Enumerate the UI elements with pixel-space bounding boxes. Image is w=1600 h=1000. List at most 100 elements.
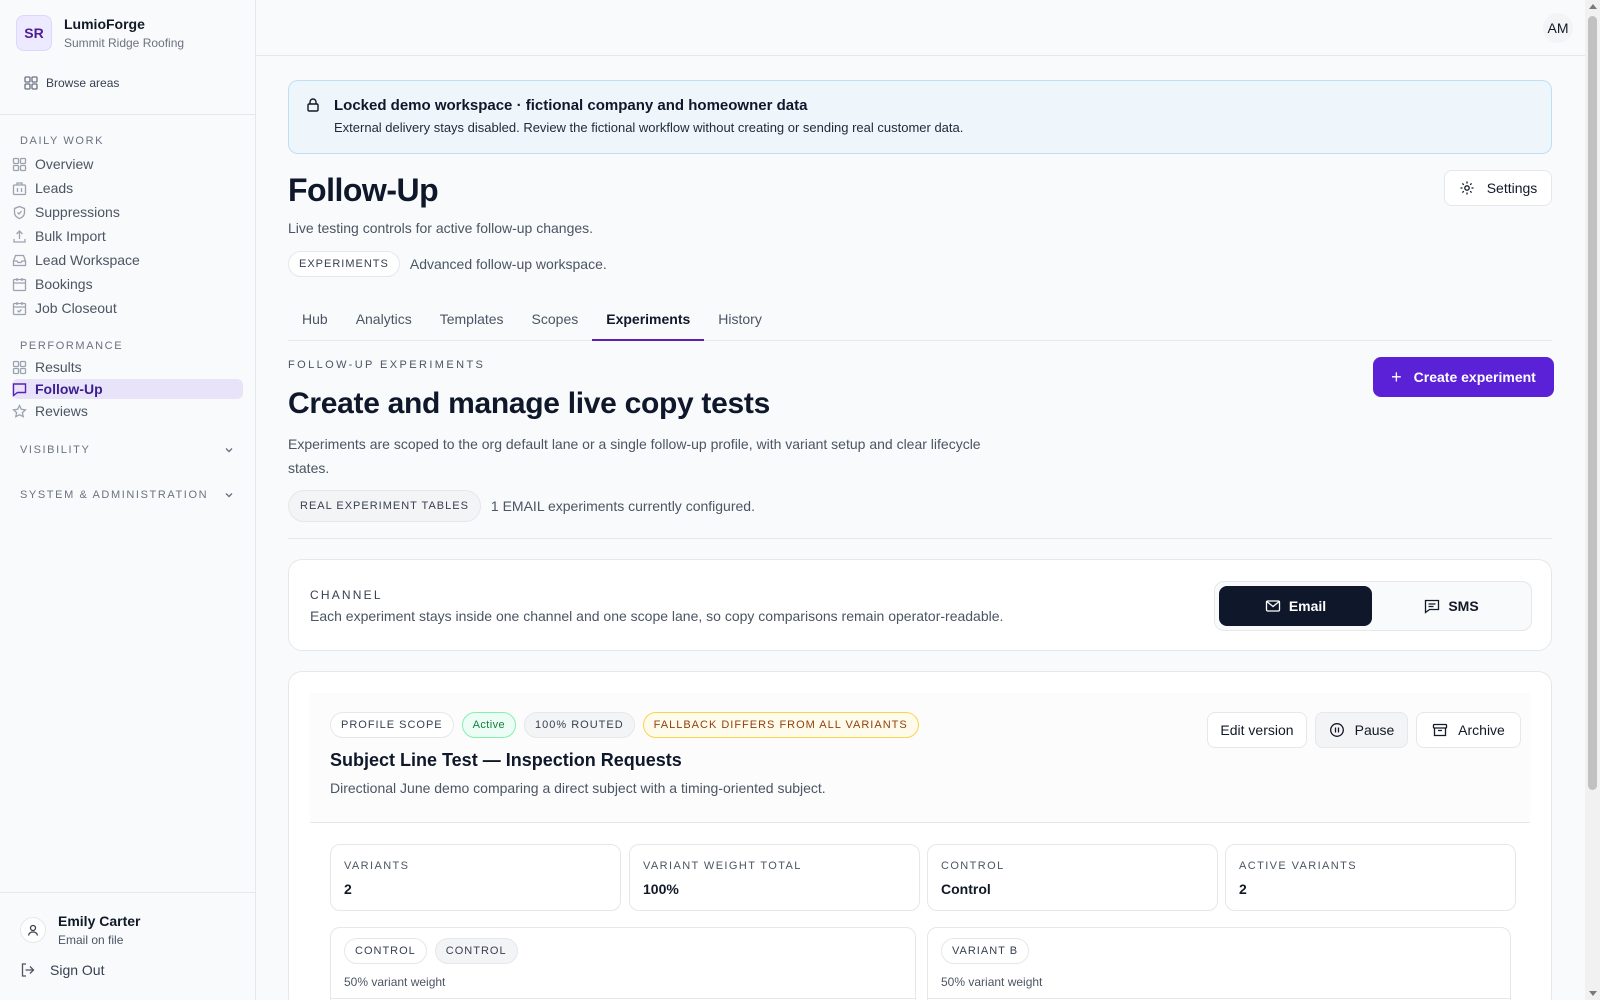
section-title: Create and manage live copy tests xyxy=(288,387,770,420)
experiments-pill-desc: Advanced follow-up workspace. xyxy=(409,256,607,272)
page-pill-row: EXPERIMENTS Advanced follow-up workspace… xyxy=(288,251,607,277)
sidebar-item-label: Overview xyxy=(35,156,94,172)
real-tables-row: REAL EXPERIMENT TABLES 1 EMAIL experimen… xyxy=(288,490,755,522)
sidebar-item-label: Reviews xyxy=(35,403,88,419)
archive-button[interactable]: Archive xyxy=(1416,712,1521,748)
tab-analytics[interactable]: Analytics xyxy=(342,306,426,341)
sidebar-item-reviews[interactable]: Reviews xyxy=(12,401,243,421)
edit-version-label: Edit version xyxy=(1220,722,1294,738)
org-name: LumioForge xyxy=(64,16,145,32)
star-icon xyxy=(12,403,27,418)
page-title: Follow-Up xyxy=(288,172,439,208)
pause-button[interactable]: Pause xyxy=(1315,712,1408,748)
org-switcher[interactable]: SR LumioForge Summit Ridge Roofing xyxy=(16,15,184,51)
edit-version-button[interactable]: Edit version xyxy=(1207,712,1307,748)
building-icon xyxy=(12,181,27,195)
experiment-description: Directional June demo comparing a direct… xyxy=(330,780,826,796)
status-badge: Active xyxy=(461,712,516,738)
section-label-visibility: VISIBILITY xyxy=(20,444,91,456)
sidebar-item-lead-workspace[interactable]: Lead Workspace xyxy=(12,250,243,270)
sidebar-item-label: Bookings xyxy=(35,276,93,292)
top-bar: AM xyxy=(256,0,1585,56)
stat-value: 2 xyxy=(1239,881,1247,897)
tab-bar: Hub Analytics Templates Scopes Experimen… xyxy=(288,306,1552,341)
sidebar-item-label: Bulk Import xyxy=(35,228,106,244)
sidebar-item-bookings[interactable]: Bookings xyxy=(12,274,243,294)
channel-option-sms[interactable]: SMS xyxy=(1375,586,1528,626)
lock-icon xyxy=(307,98,319,112)
user-icon xyxy=(20,917,46,943)
sign-out-button[interactable]: Sign Out xyxy=(20,962,104,978)
banner-body: External delivery stays disabled. Review… xyxy=(334,120,964,135)
settings-button[interactable]: Settings xyxy=(1444,170,1552,206)
real-tables-pill: REAL EXPERIMENT TABLES xyxy=(288,490,481,522)
section-label-system: SYSTEM & ADMINISTRATION xyxy=(20,489,209,501)
create-experiment-button[interactable]: + Create experiment xyxy=(1373,357,1554,397)
stat-value: Control xyxy=(941,881,991,897)
calendar-check-icon xyxy=(12,301,27,315)
logout-icon xyxy=(21,963,35,977)
pause-icon xyxy=(1329,723,1344,737)
scroll-up-arrow-icon[interactable] xyxy=(1589,4,1597,9)
channel-label: CHANNEL xyxy=(310,588,383,602)
sidebar-item-label: Results xyxy=(35,359,82,375)
avatar[interactable]: AM xyxy=(1543,13,1573,43)
sidebar-item-overview[interactable]: Overview xyxy=(12,154,243,174)
message-icon xyxy=(12,382,27,397)
sign-out-label: Sign Out xyxy=(50,962,105,978)
sidebar-group-system-administration[interactable]: SYSTEM & ADMINISTRATION xyxy=(20,489,235,501)
stat-label: CONTROL xyxy=(941,860,1005,872)
sidebar-item-suppressions[interactable]: Suppressions xyxy=(12,202,243,222)
variant-name-badge: VARIANT B xyxy=(941,938,1030,964)
sidebar-item-results[interactable]: Results xyxy=(12,357,243,377)
page-scrollbar[interactable] xyxy=(1585,0,1600,1000)
section-description: Experiments are scoped to the org defaul… xyxy=(288,436,981,476)
stat-card: VARIANT WEIGHT TOTAL 100% xyxy=(629,844,920,911)
user-subtitle: Email on file xyxy=(58,933,124,947)
scrollbar-thumb[interactable] xyxy=(1588,16,1597,790)
tab-scopes[interactable]: Scopes xyxy=(518,306,593,341)
sidebar-item-bulk-import[interactable]: Bulk Import xyxy=(12,226,243,246)
browse-areas-link[interactable]: Browse areas xyxy=(24,76,119,90)
divider xyxy=(0,892,255,893)
tab-hub[interactable]: Hub xyxy=(288,306,342,341)
archive-icon xyxy=(1433,723,1448,737)
experiment-header: PROFILE SCOPE Active 100% ROUTED FALLBAC… xyxy=(310,693,1530,823)
sidebar: SR LumioForge Summit Ridge Roofing Brows… xyxy=(0,0,256,1000)
divider xyxy=(928,998,1510,999)
experiments-pill: EXPERIMENTS xyxy=(288,251,400,277)
experiments-count-text: 1 EMAIL experiments currently configured… xyxy=(490,498,755,514)
user-profile[interactable]: Emily Carter Email on file xyxy=(20,912,140,948)
scroll-down-arrow-icon[interactable] xyxy=(1589,991,1597,996)
channel-card: CHANNEL Each experiment stays inside one… xyxy=(288,559,1552,651)
variant-card-control: CONTROL CONTROL 50% variant weight xyxy=(330,927,916,1000)
stat-label: VARIANTS xyxy=(344,860,410,872)
sidebar-group-visibility[interactable]: VISIBILITY xyxy=(20,444,235,456)
pause-label: Pause xyxy=(1354,722,1395,738)
channel-option-email[interactable]: Email xyxy=(1219,586,1372,626)
divider xyxy=(331,998,915,999)
section-kicker: FOLLOW-UP EXPERIMENTS xyxy=(288,359,486,371)
sidebar-item-follow-up[interactable]: Follow-Up xyxy=(12,379,243,399)
sidebar-item-label: Job Closeout xyxy=(35,300,117,316)
org-company: Summit Ridge Roofing xyxy=(64,36,185,50)
calendar-icon xyxy=(12,277,27,291)
demo-banner: Locked demo workspace · fictional compan… xyxy=(288,80,1552,154)
chevron-down-icon xyxy=(225,448,233,453)
tab-experiments[interactable]: Experiments xyxy=(592,306,705,341)
plus-icon: + xyxy=(1391,367,1402,387)
mail-icon xyxy=(1265,600,1280,612)
banner-title: Locked demo workspace · fictional compan… xyxy=(334,97,808,114)
tab-templates[interactable]: Templates xyxy=(426,306,518,341)
stat-value: 2 xyxy=(344,881,352,897)
experiment-card: PROFILE SCOPE Active 100% ROUTED FALLBAC… xyxy=(288,671,1552,1000)
divider xyxy=(0,114,255,115)
sidebar-item-label: Leads xyxy=(35,180,74,196)
archive-label: Archive xyxy=(1458,722,1505,738)
section-label-performance: PERFORMANCE xyxy=(20,340,124,352)
sidebar-item-leads[interactable]: Leads xyxy=(12,178,243,198)
sidebar-item-job-closeout[interactable]: Job Closeout xyxy=(12,298,243,318)
tab-history[interactable]: History xyxy=(704,306,776,341)
page-subtitle: Live testing controls for active follow-… xyxy=(288,220,594,236)
variant-badges: VARIANT B xyxy=(941,938,1037,964)
